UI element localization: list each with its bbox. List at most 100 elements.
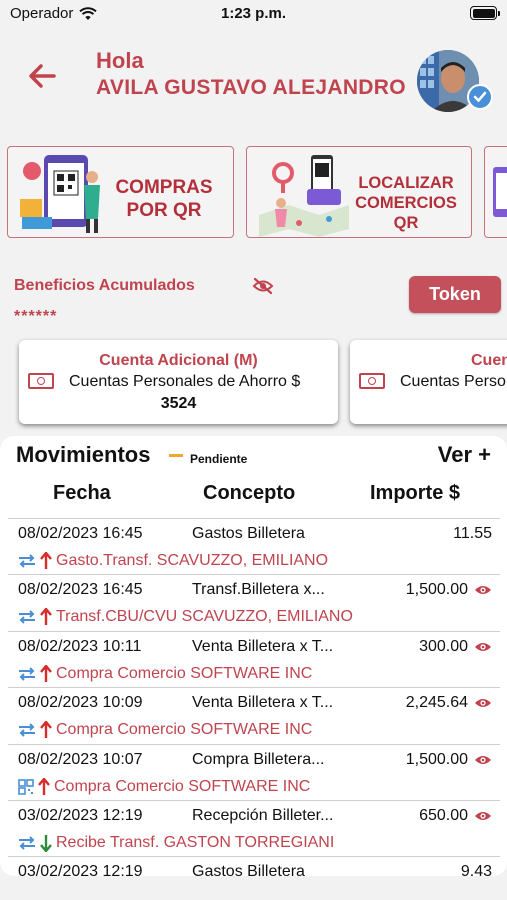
transfer-icon bbox=[18, 610, 36, 625]
movement-amount-cell: 1,500.00 bbox=[406, 751, 492, 769]
localizar-line1: LOCALIZAR bbox=[358, 174, 454, 192]
movement-description-line: Gasto.Transf. SCAVUZZO, EMILIANO bbox=[18, 552, 328, 570]
movement-amount-cell: 2,245.64 bbox=[406, 694, 492, 712]
account-type-partial: Cuentas Perso bbox=[400, 373, 506, 390]
column-amount: Importe $ bbox=[370, 482, 461, 504]
benefits-value: ****** bbox=[14, 308, 58, 325]
transfer-icon bbox=[18, 667, 36, 681]
movement-concept: Transf.Billetera x... bbox=[192, 581, 325, 599]
localizar-line2: COMERCIOS QR bbox=[355, 193, 457, 232]
pending-label: Pendiente bbox=[190, 452, 248, 466]
movement-row[interactable]: 08/02/2023 10:07 Compra Billetera... 1,500… bbox=[8, 743, 500, 800]
arrow-down-icon bbox=[40, 834, 52, 852]
arrow-up-icon bbox=[40, 608, 52, 626]
movement-amount: 650.00 bbox=[419, 807, 468, 824]
eye-icon[interactable] bbox=[474, 754, 492, 766]
movement-description-line: Transf.CBU/CVU SCAVUZZO, EMILIANO bbox=[18, 608, 353, 626]
localizar-comercios-card[interactable]: LOCALIZAR COMERCIOS QR bbox=[246, 146, 472, 238]
battery-icon bbox=[470, 6, 500, 20]
movements-panel: Movimientos Pendiente Ver + Fecha Concep… bbox=[0, 436, 507, 876]
movement-date: 08/02/2023 16:45 bbox=[18, 581, 143, 599]
transfer-icon bbox=[18, 554, 36, 568]
movement-amount-cell: 9.43 bbox=[461, 863, 492, 876]
movement-row[interactable]: 08/02/2023 16:45 Gastos Billetera 11.55 Gas… bbox=[8, 518, 500, 574]
movement-amount: 11.55 bbox=[453, 525, 492, 542]
account-title-partial: Cuen bbox=[471, 352, 507, 369]
movement-concept: Compra Billetera... bbox=[192, 750, 325, 768]
movement-concept: Gastos Billetera bbox=[192, 525, 305, 542]
movement-date: 08/02/2023 10:07 bbox=[18, 750, 143, 768]
arrow-left-icon bbox=[29, 64, 56, 88]
arrow-up-icon bbox=[40, 721, 52, 739]
arrow-up-icon bbox=[40, 552, 52, 570]
account-type: Cuentas Personales de Ahorro $ bbox=[69, 373, 301, 390]
movement-description: Transf.CBU/CVU SCAVUZZO, EMILIANO bbox=[56, 608, 353, 626]
compras-qr-line1: COMPRAS bbox=[115, 177, 213, 198]
transfer-icon bbox=[18, 723, 36, 737]
movement-date: 08/02/2023 16:45 bbox=[18, 525, 143, 542]
movement-amount-cell: 650.00 bbox=[419, 807, 492, 825]
movement-description: Compra Comercio SOFTWARE INC bbox=[56, 721, 313, 739]
arrow-up-icon bbox=[40, 664, 52, 683]
eye-off-icon[interactable] bbox=[252, 276, 274, 301]
status-bar: Operador 1:23 p.m. bbox=[0, 0, 507, 30]
profile-header: Hola AVILA GUSTAVO ALEJANDRO bbox=[0, 40, 507, 120]
movement-description-line: Compra Comercio SOFTWARE INC bbox=[18, 664, 312, 683]
movement-amount: 300.00 bbox=[419, 637, 468, 655]
eye-icon[interactable] bbox=[474, 641, 492, 653]
money-icon bbox=[28, 373, 54, 389]
transfer-icon bbox=[18, 836, 36, 850]
compras-qr-card[interactable]: COMPRAS POR QR bbox=[7, 146, 234, 238]
qr-shopping-illustration bbox=[20, 155, 100, 233]
verified-badge-icon bbox=[467, 84, 493, 110]
movement-amount-cell: 11.55 bbox=[453, 525, 492, 543]
money-icon bbox=[359, 373, 385, 389]
movement-amount: 1,500.00 bbox=[405, 750, 468, 768]
eye-icon[interactable] bbox=[474, 584, 492, 596]
movement-row[interactable]: 08/02/2023 10:11 Venta Billetera x T... 30… bbox=[8, 630, 500, 687]
movement-date: 08/02/2023 10:09 bbox=[18, 694, 143, 712]
movement-date: 03/02/2023 12:19 bbox=[18, 863, 143, 876]
user-name: AVILA GUSTAVO ALEJANDRO bbox=[96, 76, 406, 99]
benefits-label: Beneficios Acumulados bbox=[14, 277, 195, 294]
movement-description: Gasto.Transf. SCAVUZZO, EMILIANO bbox=[56, 552, 329, 569]
movement-description: Recibe Transf. GASTON TORREGIANI bbox=[56, 834, 335, 851]
movements-title: Movimientos bbox=[16, 442, 151, 467]
token-button[interactable]: Token bbox=[409, 276, 501, 313]
movement-amount: 2,245.64 bbox=[405, 694, 468, 712]
movement-description-line: Recibe Transf. GASTON TORREGIANI bbox=[18, 834, 334, 852]
movement-amount-cell: 300.00 bbox=[419, 638, 492, 656]
eye-icon[interactable] bbox=[474, 810, 492, 822]
qr-icon bbox=[18, 778, 34, 795]
compras-qr-line2: POR QR bbox=[126, 199, 202, 221]
movement-row[interactable]: 03/02/2023 12:19 Recepción Billeter... 650… bbox=[8, 800, 500, 856]
movement-description-line: Compra Comercio SOFTWARE INC bbox=[18, 777, 311, 796]
movement-amount: 1,500.00 bbox=[405, 581, 468, 599]
column-date: Fecha bbox=[53, 482, 111, 504]
eye-icon[interactable] bbox=[474, 697, 492, 709]
clock: 1:23 p.m. bbox=[220, 5, 287, 22]
movement-row[interactable]: 08/02/2023 10:09 Venta Billetera x T... 2,… bbox=[8, 687, 500, 743]
see-more-link[interactable]: Ver + bbox=[438, 442, 491, 468]
promo-illustration-partial bbox=[493, 167, 507, 217]
column-concept: Concepto bbox=[203, 482, 296, 504]
movement-amount-cell: 1,500.00 bbox=[406, 581, 492, 599]
bottom-spacer bbox=[0, 876, 507, 900]
greeting: Hola bbox=[96, 48, 144, 73]
movement-date: 08/02/2023 10:11 bbox=[18, 637, 142, 655]
promo-card-partial[interactable] bbox=[484, 146, 507, 238]
account-number: 3524 bbox=[160, 395, 197, 412]
account-card[interactable]: Cuenta Adicional (M) Cuentas Personales … bbox=[19, 340, 338, 424]
movement-concept: Venta Billetera x T... bbox=[192, 637, 334, 655]
account-card-partial[interactable]: Cuen Cuentas Perso bbox=[350, 340, 507, 424]
movement-concept: Venta Billetera x T... bbox=[192, 694, 334, 712]
pending-indicator bbox=[169, 454, 183, 457]
movement-concept: Gastos Billetera bbox=[192, 863, 305, 876]
movement-description-line: Compra Comercio SOFTWARE INC bbox=[18, 721, 312, 739]
movement-row[interactable]: 03/02/2023 12:19 Gastos Billetera 9.43 bbox=[8, 856, 500, 876]
back-button[interactable] bbox=[22, 56, 62, 96]
map-location-illustration bbox=[259, 155, 349, 237]
movement-date: 03/02/2023 12:19 bbox=[18, 807, 143, 824]
movement-row[interactable]: 08/02/2023 16:45 Transf.Billetera x... 1,5… bbox=[8, 574, 500, 630]
movement-description: Compra Comercio SOFTWARE INC bbox=[54, 777, 311, 795]
